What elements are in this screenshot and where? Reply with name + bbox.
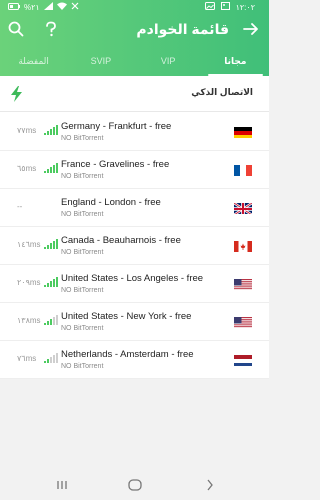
server-latency: ١٤٦ms xyxy=(17,240,41,249)
server-latency: ٧٦ms xyxy=(17,354,37,363)
server-note: NO BitTorrent xyxy=(61,363,104,370)
recent-apps-button[interactable] xyxy=(52,478,72,494)
signal-strength-icon xyxy=(44,125,58,135)
server-tabs: المفضلة SVIP VIP مجانا xyxy=(0,52,269,76)
search-button[interactable] xyxy=(4,18,28,42)
server-note: NO BitTorrent xyxy=(61,249,104,256)
server-row[interactable]: ٢٠٩ms United States - Los Angeles - free N… xyxy=(0,265,269,303)
system-nav-bar xyxy=(0,472,269,500)
flag-ca-icon xyxy=(234,240,252,252)
flag-de-icon xyxy=(234,126,252,138)
server-name: United States - Los Angeles - free xyxy=(61,273,204,284)
status-left: %٢١ xyxy=(8,0,79,16)
status-bar: %٢١ ١٢:٠٢ xyxy=(0,0,269,16)
flag-gb-icon xyxy=(234,202,252,214)
help-button[interactable] xyxy=(39,18,63,42)
signal-strength-icon xyxy=(44,277,58,287)
server-name: Germany - Frankfurt - free xyxy=(61,121,172,132)
server-row[interactable]: ٦٥ms France - Gravelines - free NO BitTorr… xyxy=(0,151,269,189)
server-note: NO BitTorrent xyxy=(61,211,104,218)
smart-connect-label: الاتصال الذكي xyxy=(191,87,253,97)
lightning-bolt-icon xyxy=(10,86,24,102)
signal-strength-icon xyxy=(44,315,58,325)
server-note: NO BitTorrent xyxy=(61,325,104,332)
server-note: NO BitTorrent xyxy=(61,135,104,142)
server-name: France - Gravelines - free xyxy=(61,159,170,170)
tab-favorites[interactable]: المفضلة xyxy=(0,52,67,76)
flag-nl-icon xyxy=(234,354,252,366)
server-name: England - London - free xyxy=(61,197,161,208)
server-note: NO BitTorrent xyxy=(61,287,104,294)
server-latency: ٧٧ms xyxy=(17,126,37,135)
server-row[interactable]: ١٣٨ms United States - New York - free NO B… xyxy=(0,303,269,341)
server-latency: -- xyxy=(17,202,23,211)
server-row[interactable]: ٧٧ms Germany - Frankfurt - free NO BitTorr… xyxy=(0,113,269,151)
server-note: NO BitTorrent xyxy=(61,173,104,180)
tab-free[interactable]: مجانا xyxy=(202,52,269,76)
tab-svip[interactable]: SVIP xyxy=(67,52,134,76)
signal-status-icon xyxy=(43,0,53,16)
back-nav-button[interactable] xyxy=(200,478,220,494)
server-name: United States - New York - free xyxy=(61,311,192,322)
wifi-icon xyxy=(56,0,67,16)
server-latency: ٢٠٩ms xyxy=(17,278,41,287)
image-notification-icon xyxy=(220,0,230,16)
battery-level: %٢١ xyxy=(24,3,40,12)
server-row[interactable]: ٧٦ms Netherlands - Amsterdam - free NO Bit… xyxy=(0,341,269,379)
flag-us-icon xyxy=(234,316,252,328)
signal-strength-icon xyxy=(44,163,58,173)
page-title: قائمة الخوادم xyxy=(136,21,229,37)
battery-icon xyxy=(8,0,20,16)
smart-connect-row[interactable]: الاتصال الذكي xyxy=(0,76,269,112)
server-name: Netherlands - Amsterdam - free xyxy=(61,349,194,360)
server-row[interactable]: -- England - London - free NO BitTorrent xyxy=(0,189,269,227)
server-name: Canada - Beauharnois - free xyxy=(61,235,181,246)
home-button[interactable] xyxy=(125,478,145,494)
server-row[interactable]: ١٤٦ms Canada - Beauharnois - free NO BitTo… xyxy=(0,227,269,265)
signal-strength-icon xyxy=(44,239,58,249)
server-latency: ٦٥ms xyxy=(17,164,37,173)
tab-vip[interactable]: VIP xyxy=(135,52,202,76)
title-bar: قائمة الخوادم xyxy=(0,18,269,44)
flag-fr-icon xyxy=(234,164,252,176)
gallery-notification-icon xyxy=(204,0,215,16)
recent-apps-icon xyxy=(56,479,68,493)
search-icon xyxy=(8,21,24,40)
question-mark-icon xyxy=(45,21,57,40)
back-button[interactable] xyxy=(239,18,263,42)
arrow-right-icon xyxy=(243,22,259,39)
server-list-panel: الاتصال الذكي ٧٧ms Germany - Frankfurt - … xyxy=(0,76,269,379)
signal-strength-icon xyxy=(44,201,58,211)
status-time: ١٢:٠٢ xyxy=(235,3,255,12)
app-header: %٢١ ١٢:٠٢ قائمة الخوادم المفضلة SVIP VIP… xyxy=(0,0,269,76)
signal-strength-icon xyxy=(44,353,58,363)
chevron-right-icon xyxy=(206,479,214,494)
mute-icon xyxy=(71,0,79,16)
server-latency: ١٣٨ms xyxy=(17,316,41,325)
status-right: ١٢:٠٢ xyxy=(204,0,255,16)
flag-us-icon xyxy=(234,278,252,290)
home-icon xyxy=(128,478,142,494)
